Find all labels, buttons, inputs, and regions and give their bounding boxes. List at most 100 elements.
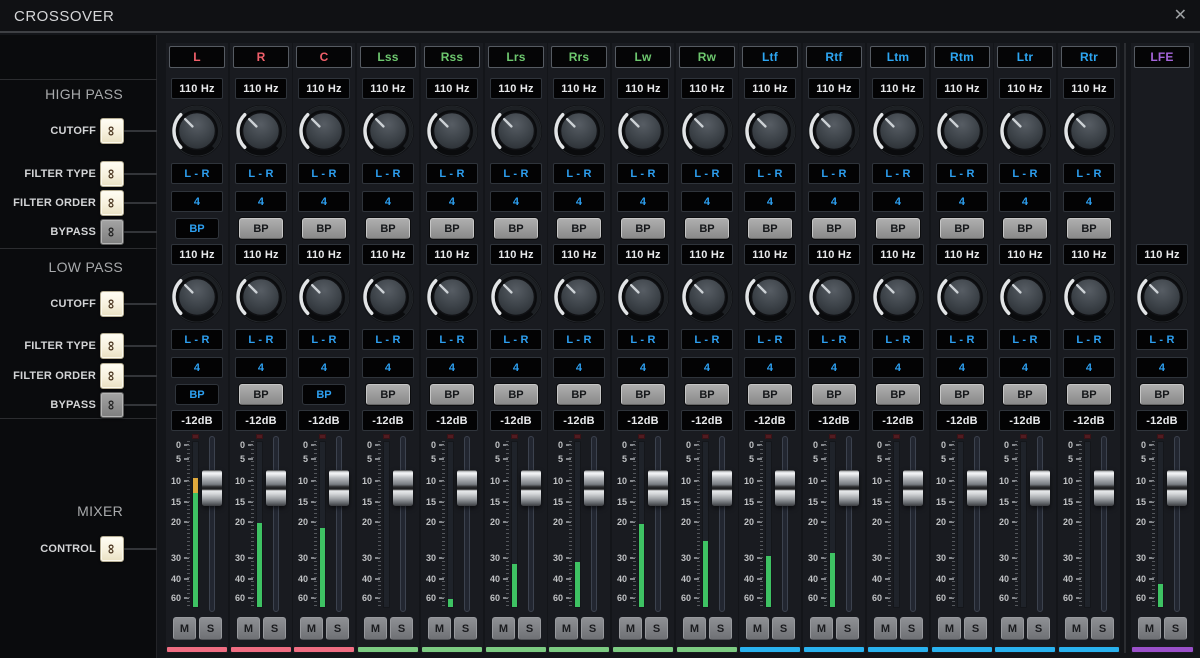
hp-bypass-button[interactable]: BP (1003, 218, 1047, 239)
lp-cutoff-knob[interactable] (489, 270, 543, 324)
hp-bypass-button[interactable]: BP (430, 218, 474, 239)
hp-cutoff-knob[interactable] (552, 104, 606, 158)
lp-bypass-button[interactable]: BP (876, 384, 920, 405)
hp-filter-type[interactable]: L - R (171, 163, 223, 184)
solo-button[interactable]: S (1027, 617, 1050, 640)
hp-filter-type[interactable]: L - R (362, 163, 414, 184)
hp-bypass-button[interactable]: BP (239, 218, 283, 239)
hp-bypass-button[interactable]: BP (557, 218, 601, 239)
fader-handle[interactable] (775, 470, 795, 506)
fader-handle[interactable] (521, 470, 541, 506)
gain-value[interactable]: -12dB (171, 410, 223, 431)
gain-value[interactable]: -12dB (426, 410, 478, 431)
lp-bypass-button[interactable]: BP (1140, 384, 1184, 405)
lp-bypass-button[interactable]: BP (685, 384, 729, 405)
hp-cutoff-knob[interactable] (297, 104, 351, 158)
hp-cutoff-value[interactable]: 110 Hz (681, 78, 733, 99)
mute-button[interactable]: M (619, 617, 642, 640)
link-toggle-low-pass-filter-type[interactable]: ∞ (100, 333, 124, 359)
hp-filter-type[interactable]: L - R (872, 163, 924, 184)
lp-filter-type[interactable]: L - R (681, 329, 733, 350)
lp-filter-order[interactable]: 4 (171, 357, 223, 378)
lp-cutoff-knob[interactable] (871, 270, 925, 324)
solo-button[interactable]: S (199, 617, 222, 640)
fader-handle[interactable] (457, 470, 477, 506)
hp-cutoff-knob[interactable] (489, 104, 543, 158)
gain-value[interactable]: -12dB (744, 410, 796, 431)
lp-filter-order[interactable]: 4 (235, 357, 287, 378)
gain-value[interactable]: -12dB (1136, 410, 1188, 431)
solo-button[interactable]: S (390, 617, 413, 640)
hp-filter-type[interactable]: L - R (553, 163, 605, 184)
fader-handle[interactable] (712, 470, 732, 506)
lp-cutoff-knob[interactable] (552, 270, 606, 324)
fader-track[interactable] (591, 436, 597, 612)
mute-button[interactable]: M (364, 617, 387, 640)
hp-cutoff-knob[interactable] (170, 104, 224, 158)
lp-cutoff-value[interactable]: 110 Hz (553, 244, 605, 265)
fader-track[interactable] (273, 436, 279, 612)
lp-bypass-button[interactable]: BP (940, 384, 984, 405)
mute-button[interactable]: M (173, 617, 196, 640)
solo-button[interactable]: S (263, 617, 286, 640)
lp-cutoff-knob[interactable] (425, 270, 479, 324)
hp-bypass-button[interactable]: BP (812, 218, 856, 239)
mute-button[interactable]: M (555, 617, 578, 640)
lp-filter-type[interactable]: L - R (426, 329, 478, 350)
hp-cutoff-knob[interactable] (871, 104, 925, 158)
lp-bypass-button[interactable]: BP (621, 384, 665, 405)
lp-filter-order[interactable]: 4 (298, 357, 350, 378)
solo-button[interactable]: S (900, 617, 923, 640)
lp-bypass-button[interactable]: BP (302, 384, 346, 405)
lp-bypass-button[interactable]: BP (175, 384, 219, 405)
lp-filter-type[interactable]: L - R (362, 329, 414, 350)
lp-cutoff-knob[interactable] (170, 270, 224, 324)
lp-filter-type[interactable]: L - R (1063, 329, 1115, 350)
gain-value[interactable]: -12dB (235, 410, 287, 431)
lp-cutoff-knob[interactable] (935, 270, 989, 324)
lp-filter-type[interactable]: L - R (999, 329, 1051, 350)
lp-cutoff-knob[interactable] (616, 270, 670, 324)
lp-cutoff-value[interactable]: 110 Hz (1063, 244, 1115, 265)
solo-button[interactable]: S (454, 617, 477, 640)
lp-filter-type[interactable]: L - R (872, 329, 924, 350)
mute-button[interactable]: M (810, 617, 833, 640)
lp-filter-order[interactable]: 4 (553, 357, 605, 378)
lp-cutoff-value[interactable]: 110 Hz (872, 244, 924, 265)
fader-handle[interactable] (903, 470, 923, 506)
hp-filter-order[interactable]: 4 (999, 191, 1051, 212)
hp-filter-type[interactable]: L - R (298, 163, 350, 184)
hp-bypass-button[interactable]: BP (175, 218, 219, 239)
mute-button[interactable]: M (492, 617, 515, 640)
mute-button[interactable]: M (746, 617, 769, 640)
mute-button[interactable]: M (938, 617, 961, 640)
lp-cutoff-value[interactable]: 110 Hz (744, 244, 796, 265)
hp-filter-order[interactable]: 4 (298, 191, 350, 212)
lp-filter-type[interactable]: L - R (171, 329, 223, 350)
mute-button[interactable]: M (300, 617, 323, 640)
hp-filter-type[interactable]: L - R (426, 163, 478, 184)
link-toggle-high-pass-bypass[interactable]: ∞ (100, 219, 124, 245)
lp-filter-type[interactable]: L - R (744, 329, 796, 350)
hp-filter-type[interactable]: L - R (744, 163, 796, 184)
lp-filter-order[interactable]: 4 (744, 357, 796, 378)
fader-track[interactable] (655, 436, 661, 612)
lp-cutoff-value[interactable]: 110 Hz (1136, 244, 1188, 265)
lp-cutoff-knob[interactable] (998, 270, 1052, 324)
hp-cutoff-value[interactable]: 110 Hz (490, 78, 542, 99)
hp-cutoff-value[interactable]: 110 Hz (999, 78, 1051, 99)
hp-filter-order[interactable]: 4 (235, 191, 287, 212)
lp-cutoff-knob[interactable] (234, 270, 288, 324)
lp-filter-order[interactable]: 4 (1136, 357, 1188, 378)
lp-bypass-button[interactable]: BP (812, 384, 856, 405)
lp-cutoff-knob[interactable] (743, 270, 797, 324)
lp-filter-order[interactable]: 4 (490, 357, 542, 378)
hp-filter-order[interactable]: 4 (617, 191, 669, 212)
mute-button[interactable]: M (428, 617, 451, 640)
hp-cutoff-knob[interactable] (807, 104, 861, 158)
solo-button[interactable]: S (581, 617, 604, 640)
lp-bypass-button[interactable]: BP (494, 384, 538, 405)
hp-cutoff-knob[interactable] (743, 104, 797, 158)
fader-handle[interactable] (1030, 470, 1050, 506)
hp-cutoff-knob[interactable] (361, 104, 415, 158)
